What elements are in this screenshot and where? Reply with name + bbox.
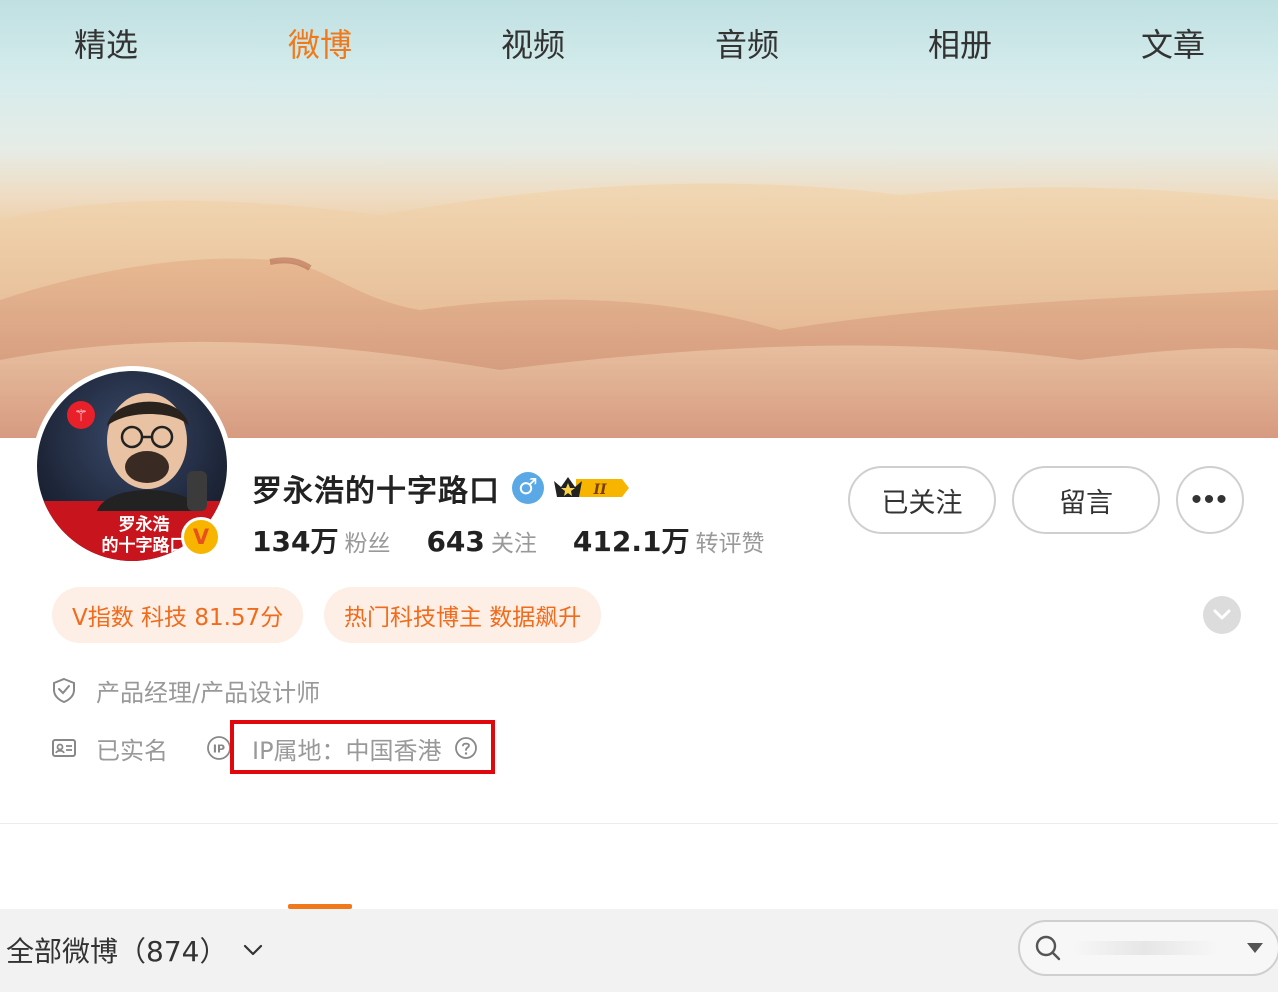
stat-value: 412.1万	[572, 525, 690, 558]
tab-articles[interactable]: 文章	[1141, 20, 1205, 86]
avatar-caption-line: 罗永浩	[118, 515, 170, 535]
stat-label: 转评赞	[695, 531, 765, 557]
tab-video[interactable]: 视频	[501, 20, 565, 86]
svg-text:IP: IP	[213, 743, 225, 756]
stat-reposts-likes[interactable]: 412.1万 转评赞	[573, 520, 765, 560]
id-card-icon	[52, 739, 76, 757]
stat-value: 134万	[252, 525, 339, 558]
message-button[interactable]: 留言	[1012, 466, 1160, 534]
name-row: 罗永浩的十字路口 ♂ II	[252, 467, 630, 509]
tabs-bar	[0, 823, 1278, 909]
expand-button[interactable]	[1203, 596, 1241, 634]
weibo-filter-dropdown[interactable]: 全部微博（874）	[6, 930, 263, 970]
tab-featured[interactable]: 精选	[74, 20, 138, 86]
male-icon: ♂	[512, 472, 544, 504]
real-name-info: 已实名	[50, 730, 168, 766]
stat-label: 粉丝	[344, 531, 391, 557]
tab-album[interactable]: 相册	[928, 20, 992, 86]
real-name-text: 已实名	[96, 736, 168, 765]
tab-audio[interactable]: 音频	[715, 20, 779, 86]
tab-weibo[interactable]: 微博	[288, 20, 352, 86]
job-info: 产品经理/产品设计师	[50, 672, 320, 708]
search-placeholder-blur	[1072, 941, 1218, 955]
highlight-box	[230, 720, 495, 774]
search-input[interactable]	[1018, 920, 1278, 976]
filter-label-text: 全部微博（874）	[6, 935, 228, 968]
user-name: 罗永浩的十字路口	[252, 474, 500, 509]
search-icon	[1035, 935, 1061, 961]
stat-following[interactable]: 643 关注	[426, 524, 536, 558]
hot-blogger-tag[interactable]: 热门科技博主 数据飙升	[324, 587, 602, 643]
avatar-caption: 罗永浩 的十字路口	[99, 515, 189, 557]
shield-check-icon	[53, 677, 75, 704]
avatar-caption-line: 的十字路口	[101, 536, 187, 556]
chevron-down-icon	[244, 944, 263, 956]
caret-down-icon[interactable]	[1246, 942, 1264, 954]
vip-level-label: II	[592, 482, 607, 498]
stat-value: 643	[426, 525, 485, 558]
followed-button[interactable]: 已关注	[848, 466, 996, 534]
more-options-button[interactable]: •••	[1176, 466, 1244, 534]
stat-fans[interactable]: 134万 粉丝	[252, 520, 390, 560]
stats-row: 134万 粉丝 643 关注 412.1万 转评赞	[252, 520, 800, 562]
job-text: 产品经理/产品设计师	[96, 678, 321, 707]
chevron-down-icon	[1213, 609, 1231, 620]
ip-icon: IP	[207, 736, 231, 760]
svg-text:⚚: ⚚	[74, 406, 88, 425]
verified-badge-icon: V	[181, 517, 221, 557]
crown-icon[interactable]: II	[552, 473, 630, 503]
stat-label: 关注	[490, 531, 537, 557]
v-index-tag[interactable]: V指数 科技 81.57分	[52, 587, 304, 643]
